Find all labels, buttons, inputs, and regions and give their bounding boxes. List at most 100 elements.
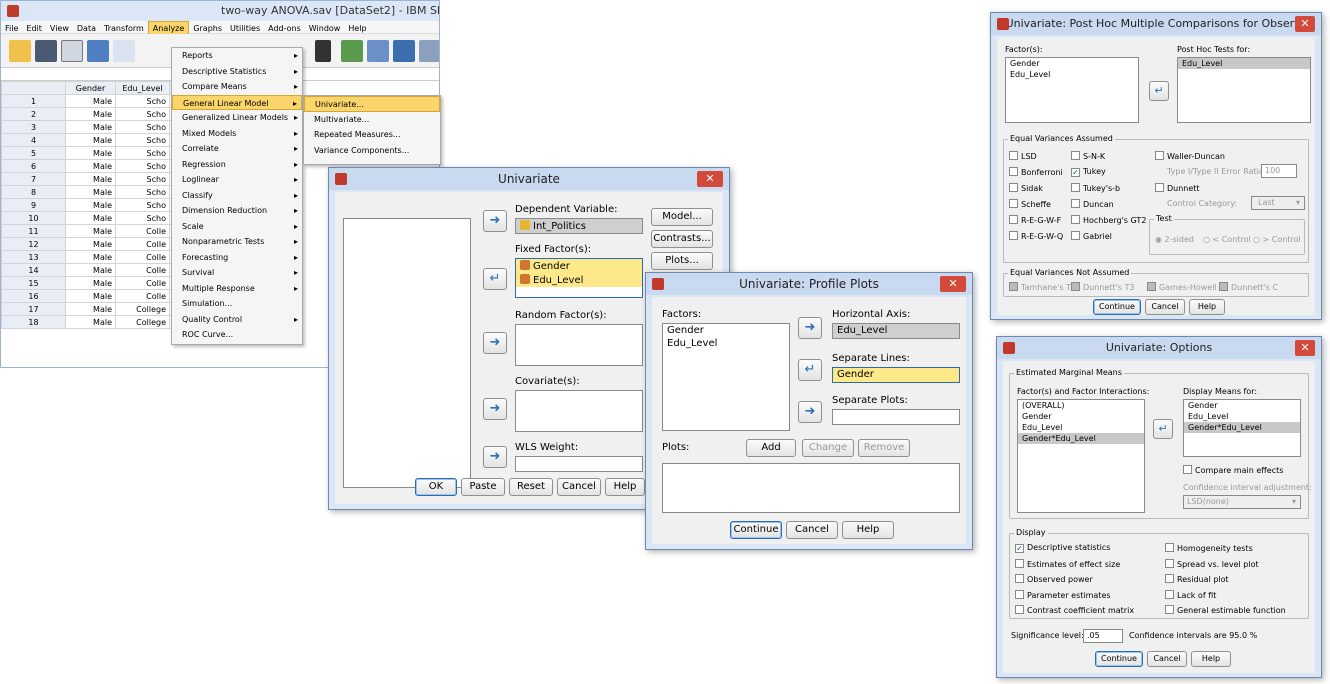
- posthoc-test-checkbox[interactable]: R-E-G-W-F: [1009, 215, 1061, 225]
- dependent-field[interactable]: Int_Politics: [515, 218, 643, 234]
- display-means-list[interactable]: Gender Edu_Level Gender*Edu_Level: [1183, 399, 1301, 457]
- posthoc-test-checkbox[interactable]: Hochberg's GT2: [1071, 215, 1146, 225]
- posthoc-test-checkbox[interactable]: Sidak: [1009, 183, 1043, 193]
- split-file-icon[interactable]: [393, 40, 415, 62]
- move-to-separate-plots-button[interactable]: ➜: [798, 401, 822, 423]
- horizontal-axis-field[interactable]: Edu_Level: [832, 323, 960, 339]
- dunnett-checkbox[interactable]: Dunnett: [1155, 183, 1200, 193]
- display-option-checkbox[interactable]: Observed power: [1015, 574, 1093, 584]
- cell-gender[interactable]: Male: [65, 172, 116, 186]
- cell-gender[interactable]: Male: [65, 185, 116, 199]
- covariates-list[interactable]: [515, 390, 643, 432]
- analyze-menu-item[interactable]: Descriptive Statistics ▸: [172, 64, 302, 80]
- cell-edu-level[interactable]: Colle: [115, 263, 170, 277]
- analyze-menu-item[interactable]: Forecasting ▸: [172, 250, 302, 266]
- opt-continue-button[interactable]: Continue: [1095, 651, 1143, 667]
- cell-gender[interactable]: Male: [65, 107, 116, 121]
- print-icon[interactable]: [61, 40, 83, 62]
- close-icon[interactable]: ✕: [1295, 340, 1315, 356]
- row-number[interactable]: 9: [1, 198, 66, 212]
- not-assumed-checkbox[interactable]: Tamhane's T2: [1009, 282, 1076, 292]
- display-option-checkbox[interactable]: Spread vs. level plot: [1165, 558, 1259, 569]
- analyze-menu-item[interactable]: Compare Means ▸: [172, 79, 302, 95]
- display-option-checkbox[interactable]: Parameter estimates: [1015, 589, 1111, 600]
- opt-move-button[interactable]: ↵: [1153, 419, 1173, 439]
- posthoc-test-checkbox[interactable]: Gabriel: [1071, 231, 1112, 241]
- glm-menu-item[interactable]: Univariate...: [304, 96, 440, 112]
- test-greater-control-radio[interactable]: ○ > Control: [1253, 235, 1301, 244]
- row-number[interactable]: 17: [1, 302, 66, 316]
- opt-factor-item[interactable]: Gender*Edu_Level: [1018, 433, 1144, 444]
- analyze-menu-item[interactable]: Dimension Reduction ▸: [172, 203, 302, 219]
- undo-icon[interactable]: [113, 40, 135, 62]
- close-icon[interactable]: ✕: [697, 171, 723, 187]
- row-number[interactable]: 7: [1, 172, 66, 186]
- opt-help-button[interactable]: Help: [1191, 651, 1231, 667]
- display-option-checkbox[interactable]: Lack of fit: [1165, 589, 1216, 600]
- row-number[interactable]: 2: [1, 107, 66, 121]
- glm-menu-item[interactable]: Variance Components...: [304, 143, 440, 159]
- posthoc-test-checkbox[interactable]: LSD: [1009, 151, 1037, 161]
- not-assumed-checkbox[interactable]: Dunnett's C: [1219, 282, 1278, 292]
- move-to-wls-button[interactable]: ➜: [483, 446, 507, 468]
- cell-edu-level[interactable]: Scho: [115, 185, 170, 199]
- cell-edu-level[interactable]: Scho: [115, 94, 170, 108]
- cell-gender[interactable]: Male: [65, 224, 116, 238]
- move-to-dependent-button[interactable]: ➜: [483, 210, 507, 232]
- remove-button[interactable]: Remove: [858, 439, 910, 457]
- fixed-factors-list[interactable]: Gender Edu_Level: [515, 258, 643, 298]
- ph-factor-item[interactable]: Edu_Level: [1006, 69, 1138, 80]
- cell-edu-level[interactable]: Scho: [115, 146, 170, 160]
- column-header-edu-level[interactable]: Edu_Level: [115, 81, 170, 95]
- separate-plots-field[interactable]: [832, 409, 960, 425]
- column-header-gender[interactable]: Gender: [65, 81, 116, 95]
- opt-factors-list[interactable]: (OVERALL) Gender Edu_Level Gender*Edu_Le…: [1017, 399, 1145, 513]
- cell-edu-level[interactable]: Colle: [115, 276, 170, 290]
- ratio-field[interactable]: 100: [1261, 164, 1297, 178]
- analyze-menu-item[interactable]: Correlate ▸: [172, 141, 302, 157]
- fixed-item[interactable]: Gender: [516, 259, 642, 273]
- cell-gender[interactable]: Male: [65, 315, 116, 329]
- analyze-menu-item[interactable]: Simulation...: [172, 296, 302, 312]
- fixed-item[interactable]: Edu_Level: [516, 273, 642, 287]
- ph-tests-for-item[interactable]: Edu_Level: [1178, 58, 1310, 69]
- cell-gender[interactable]: Male: [65, 198, 116, 212]
- cell-edu-level[interactable]: College: [115, 315, 170, 329]
- cell-edu-level[interactable]: Scho: [115, 198, 170, 212]
- ph-tests-for-list[interactable]: Edu_Level: [1177, 57, 1311, 123]
- variable-list[interactable]: [343, 218, 471, 488]
- add-button[interactable]: Add: [746, 439, 796, 457]
- cell-edu-level[interactable]: Scho: [115, 172, 170, 186]
- not-assumed-checkbox[interactable]: Games-Howell: [1147, 282, 1217, 292]
- cell-edu-level[interactable]: College: [115, 302, 170, 316]
- continue-button[interactable]: Continue: [730, 521, 782, 539]
- glm-menu-item[interactable]: Multivariate...: [304, 112, 440, 128]
- model-button[interactable]: Model...: [651, 208, 713, 226]
- save-icon[interactable]: [35, 40, 57, 62]
- test-2-sided-radio[interactable]: ◉ 2-sided: [1155, 235, 1194, 244]
- opt-factor-item[interactable]: Edu_Level: [1018, 422, 1144, 433]
- display-means-item[interactable]: Gender*Edu_Level: [1184, 422, 1300, 433]
- open-folder-icon[interactable]: [9, 40, 31, 62]
- posthoc-test-checkbox[interactable]: Tukey's-b: [1071, 183, 1120, 193]
- cell-gender[interactable]: Male: [65, 302, 116, 316]
- plots-list[interactable]: [662, 463, 960, 513]
- display-option-checkbox[interactable]: Homogeneity tests: [1165, 543, 1253, 553]
- cell-edu-level[interactable]: Scho: [115, 107, 170, 121]
- move-to-covariate-button[interactable]: ➜: [483, 398, 507, 420]
- factor-item[interactable]: Gender: [663, 324, 789, 337]
- cell-gender[interactable]: Male: [65, 133, 116, 147]
- posthoc-test-checkbox[interactable]: Bonferroni: [1009, 167, 1063, 177]
- analyze-menu-item[interactable]: Mixed Models ▸: [172, 126, 302, 142]
- cell-gender[interactable]: Male: [65, 120, 116, 134]
- row-number[interactable]: 15: [1, 276, 66, 290]
- analyze-menu-item[interactable]: Classify ▸: [172, 188, 302, 204]
- analyze-menu-item[interactable]: Reports ▸: [172, 48, 302, 64]
- cell-gender[interactable]: Male: [65, 276, 116, 290]
- cell-edu-level[interactable]: Scho: [115, 211, 170, 225]
- opt-cancel-button[interactable]: Cancel: [1147, 651, 1187, 667]
- cell-edu-level[interactable]: Scho: [115, 120, 170, 134]
- cell-gender[interactable]: Male: [65, 94, 116, 108]
- display-option-checkbox[interactable]: Residual plot: [1165, 574, 1229, 584]
- cell-gender[interactable]: Male: [65, 211, 116, 225]
